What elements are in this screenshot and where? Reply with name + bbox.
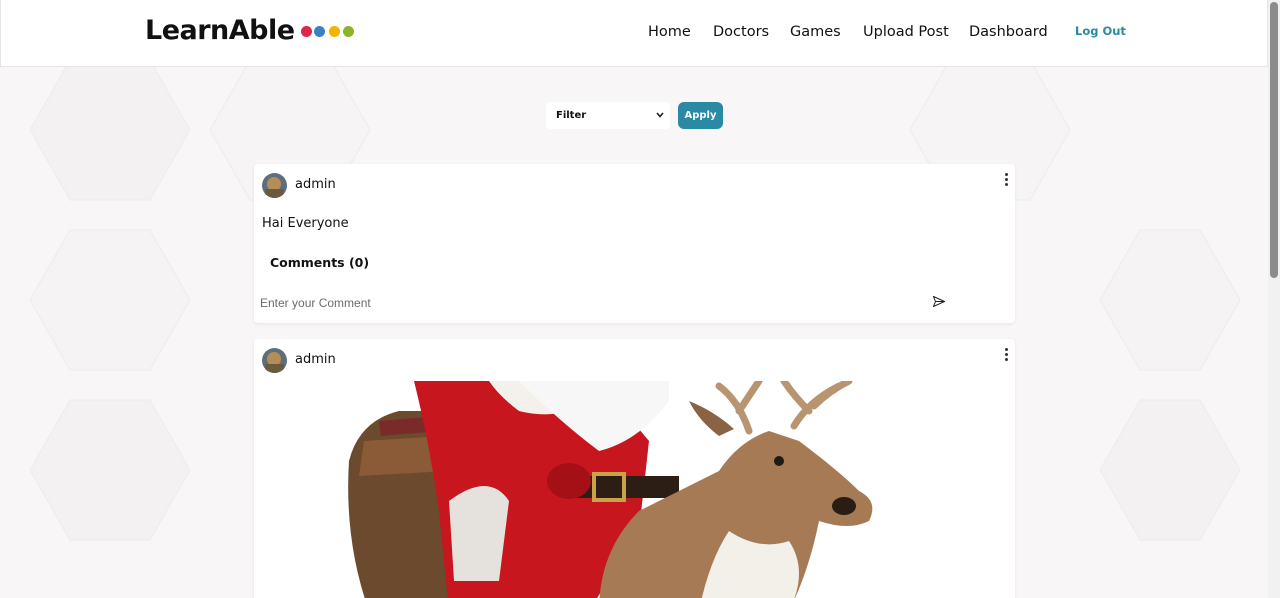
avatar[interactable] (262, 173, 287, 198)
send-icon[interactable] (933, 296, 945, 307)
post-card: admin Hai Everyone Comments (0) (254, 164, 1015, 323)
post-author[interactable]: admin (295, 177, 336, 192)
more-options-icon[interactable] (1005, 173, 1009, 187)
post-card: admin (254, 339, 1015, 598)
nav-dashboard-link[interactable]: Dashboard (969, 24, 1048, 40)
scrollbar-thumb[interactable] (1270, 2, 1278, 278)
avatar[interactable] (262, 348, 287, 373)
filter-selected-value: Filter (556, 110, 587, 121)
page-scrollbar[interactable] (1268, 0, 1280, 598)
nav-doctors-link[interactable]: Doctors (713, 24, 769, 40)
brand-logo[interactable]: LearnAble (145, 15, 295, 46)
post-image[interactable] (339, 381, 929, 598)
comments-count-label[interactable]: Comments (0) (270, 255, 369, 270)
nav-upload-post-link[interactable]: Upload Post (863, 24, 949, 40)
nav-home-link[interactable]: Home (648, 24, 691, 40)
chevron-down-icon (656, 112, 664, 118)
post-author[interactable]: admin (295, 352, 336, 367)
logout-link[interactable]: Log Out (1075, 24, 1126, 38)
top-navbar: LearnAble Home Doctors Games Upload Post… (0, 0, 1268, 67)
more-options-icon[interactable] (1005, 348, 1009, 362)
filter-select[interactable]: Filter (546, 102, 670, 129)
nav-games-link[interactable]: Games (790, 24, 841, 40)
comment-input[interactable] (260, 294, 920, 312)
apply-filter-button[interactable]: Apply (678, 102, 723, 129)
post-text: Hai Everyone (262, 216, 349, 231)
